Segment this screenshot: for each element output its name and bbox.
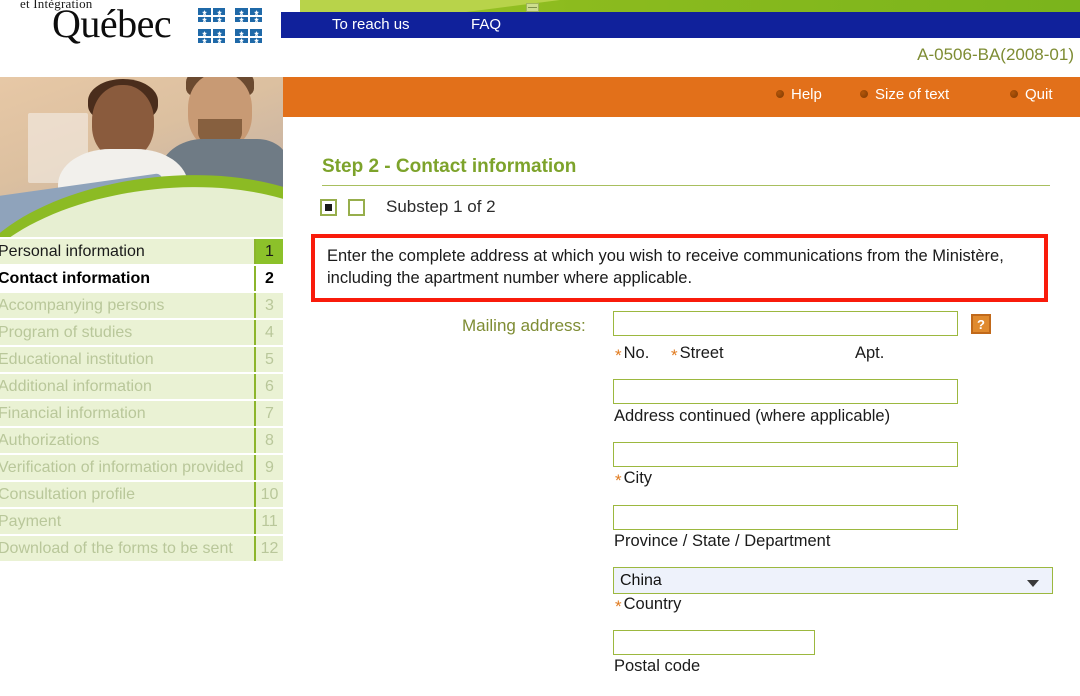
sidebar-item-label: Educational institution bbox=[0, 351, 154, 368]
mailing-address-sub-no: * No. bbox=[615, 344, 650, 365]
city-label: * City bbox=[615, 469, 653, 490]
bullet-icon bbox=[776, 90, 784, 98]
country-label-text: Country bbox=[623, 595, 682, 613]
mailing-address-input[interactable] bbox=[613, 311, 958, 336]
substep-square-1-icon[interactable] bbox=[320, 198, 337, 216]
address-continued-input[interactable] bbox=[613, 379, 958, 404]
sidebar-item-additional-information: Additional information 6 bbox=[0, 373, 284, 400]
toolbar-quit-label: Quit bbox=[1025, 86, 1053, 103]
quebec-flag-icon bbox=[234, 7, 263, 23]
quebec-logo-text: Québec bbox=[52, 1, 172, 46]
sidebar-item-number: 11 bbox=[254, 509, 283, 534]
sidebar-item-verification-of-information-provided: Verification of information provided 9 bbox=[0, 454, 284, 481]
nav-link-to-reach-us[interactable]: To reach us bbox=[332, 16, 410, 33]
country-label: * Country bbox=[615, 595, 682, 616]
province-input[interactable] bbox=[613, 505, 958, 530]
sidebar-item-download-of-the-forms-to-be-sent: Download of the forms to be sent 12 bbox=[0, 535, 284, 562]
sidebar-item-label: Verification of information provided bbox=[0, 459, 244, 476]
sidebar-item-authorizations: Authorizations 8 bbox=[0, 427, 284, 454]
sidebar-item-number: 6 bbox=[254, 374, 283, 399]
sidebar-item-label: Accompanying persons bbox=[0, 297, 165, 314]
required-asterisk: * bbox=[615, 471, 622, 490]
sidebar-item-educational-institution: Educational institution 5 bbox=[0, 346, 284, 373]
quebec-flag-icon bbox=[197, 28, 226, 44]
mailing-address-sub-street: * Street bbox=[671, 344, 724, 365]
banner-photo bbox=[0, 77, 283, 237]
postal-code-label: Postal code bbox=[614, 657, 701, 675]
sidebar-item-label: Program of studies bbox=[0, 324, 133, 341]
sidebar-item-personal-information[interactable]: Personal information 1 bbox=[0, 238, 284, 265]
sub-label-street: Street bbox=[679, 344, 724, 362]
city-label-text: City bbox=[623, 469, 653, 487]
nav-link-faq[interactable]: FAQ bbox=[471, 16, 501, 33]
sidebar-item-number: 7 bbox=[254, 401, 283, 426]
sidebar-item-number: 1 bbox=[254, 239, 283, 264]
question-mark-icon[interactable]: ? bbox=[971, 314, 991, 334]
sidebar-item-consultation-profile: Consultation profile 10 bbox=[0, 481, 284, 508]
toolbar-item-quit[interactable]: Quit bbox=[1010, 86, 1053, 110]
sidebar-item-label: Personal information bbox=[0, 243, 145, 260]
sidebar-item-number: 8 bbox=[254, 428, 283, 453]
mailing-address-label: Mailing address: bbox=[462, 316, 586, 335]
substep-label: Substep 1 of 2 bbox=[386, 197, 496, 216]
toolbar-item-size-of-text[interactable]: Size of text bbox=[860, 86, 949, 110]
sidebar-item-number: 2 bbox=[254, 266, 283, 291]
quebec-flag-icon bbox=[197, 7, 226, 23]
form-code: A-0506-BA(2008-01) bbox=[917, 45, 1074, 64]
title-divider bbox=[322, 185, 1050, 186]
page-root: et Intégration Québec To reach us FAQ A-… bbox=[0, 0, 1080, 696]
sidebar-item-number: 3 bbox=[254, 293, 283, 318]
instruction-notice: Enter the complete address at which you … bbox=[311, 234, 1048, 302]
top-navigation-bar: To reach us FAQ bbox=[281, 12, 1080, 38]
required-asterisk: * bbox=[615, 597, 622, 616]
sub-label-no: No. bbox=[623, 344, 650, 362]
postal-code-input[interactable] bbox=[613, 630, 815, 655]
sidebar-item-label: Authorizations bbox=[0, 432, 100, 449]
sidebar-item-program-of-studies: Program of studies 4 bbox=[0, 319, 284, 346]
substep-square-2-icon[interactable] bbox=[348, 198, 365, 216]
toolbar-size-label: Size of text bbox=[875, 86, 950, 103]
required-asterisk: * bbox=[671, 346, 678, 365]
sidebar-item-label: Contact information bbox=[0, 270, 150, 287]
sidebar-item-label: Additional information bbox=[0, 378, 152, 395]
toolbar-help-label: Help bbox=[791, 86, 822, 103]
sidebar-item-payment: Payment 11 bbox=[0, 508, 284, 535]
sidebar-item-financial-information: Financial information 7 bbox=[0, 400, 284, 427]
instruction-text: Enter the complete address at which you … bbox=[327, 247, 1004, 287]
sidebar-item-number: 12 bbox=[254, 536, 283, 561]
country-select[interactable]: China bbox=[613, 567, 1053, 594]
sidebar-item-contact-information[interactable]: Contact information 2 bbox=[0, 265, 284, 292]
required-asterisk: * bbox=[615, 346, 622, 365]
sidebar-item-label: Consultation profile bbox=[0, 486, 135, 503]
quebec-flag-icon bbox=[234, 28, 263, 44]
province-label: Province / State / Department bbox=[614, 532, 831, 550]
main-content: Step 2 - Contact information Substep 1 o… bbox=[283, 117, 1080, 696]
city-input[interactable] bbox=[613, 442, 958, 467]
sidebar-item-number: 9 bbox=[254, 455, 283, 480]
orange-toolbar bbox=[283, 77, 1080, 117]
sidebar-item-number: 5 bbox=[254, 347, 283, 372]
sidebar-item-label: Download of the forms to be sent bbox=[0, 540, 233, 557]
address-continued-label: Address continued (where applicable) bbox=[614, 407, 891, 425]
sidebar-item-accompanying-persons: Accompanying persons 3 bbox=[0, 292, 284, 319]
menu-icon bbox=[526, 3, 539, 12]
toolbar-item-help[interactable]: Help bbox=[776, 86, 822, 110]
bullet-icon bbox=[1010, 90, 1018, 98]
page-title: Step 2 - Contact information bbox=[322, 156, 577, 177]
sidebar-item-number: 10 bbox=[254, 482, 283, 507]
bullet-icon bbox=[860, 90, 868, 98]
step-sidebar: Personal information 1 Contact informati… bbox=[0, 238, 284, 562]
sidebar-item-label: Financial information bbox=[0, 405, 146, 422]
mailing-address-sub-apt: Apt. bbox=[855, 344, 885, 362]
quebec-flag-logo bbox=[197, 7, 265, 45]
substep-indicator: Substep 1 of 2 bbox=[320, 197, 496, 217]
sidebar-item-number: 4 bbox=[254, 320, 283, 345]
sidebar-item-label: Payment bbox=[0, 513, 62, 530]
